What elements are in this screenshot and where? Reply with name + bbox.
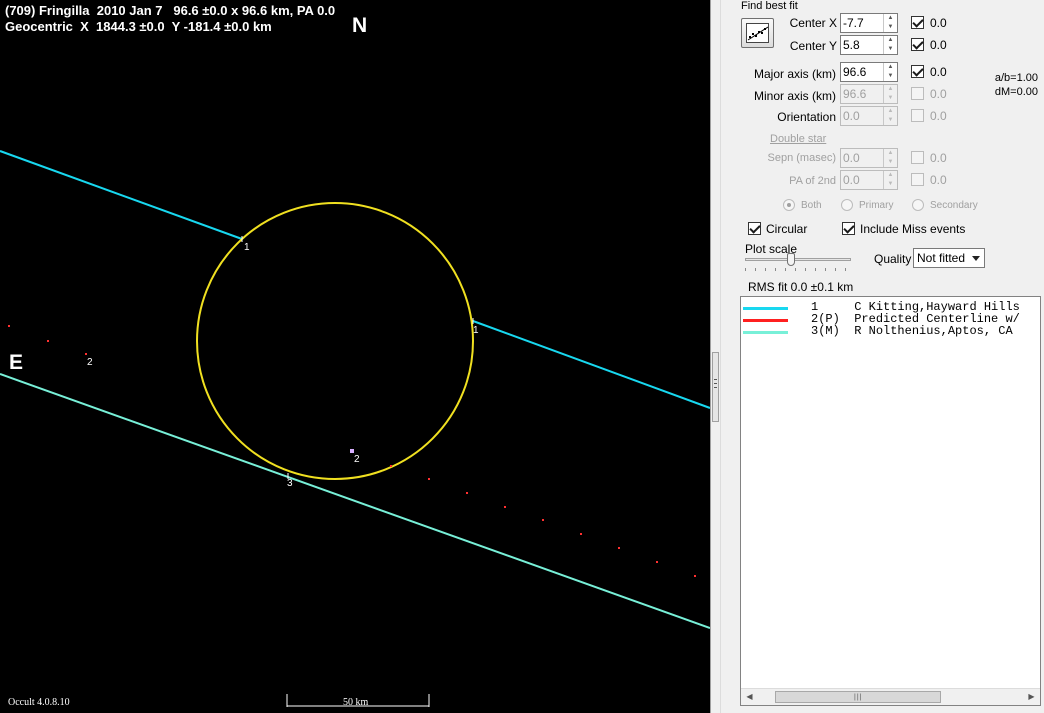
axis-ratio: a/b=1.00 xyxy=(994,72,1038,84)
quality-label: Quality xyxy=(874,252,912,266)
orientation-checkbox[interactable] xyxy=(911,109,924,122)
center-x-label: Center X xyxy=(789,16,837,30)
splitter-grip[interactable] xyxy=(712,352,719,422)
major-axis-label: Major axis (km) xyxy=(753,67,836,81)
version-label: Occult 4.0.8.10 xyxy=(8,697,70,708)
scroll-left-icon[interactable]: ◀ xyxy=(741,689,758,705)
north-label: N xyxy=(352,14,368,37)
minor-axis-checkbox[interactable] xyxy=(911,87,924,100)
pa-2nd-label: PA of 2nd xyxy=(789,175,836,187)
center-x-uncertainty: 0.0 xyxy=(930,16,947,30)
radio-both[interactable] xyxy=(783,199,795,211)
radio-both-label: Both xyxy=(801,200,822,211)
chord-3 xyxy=(0,373,710,629)
double-star-label: Double star xyxy=(770,133,827,145)
circular-checkbox[interactable] xyxy=(748,222,761,235)
rms-fit-label: RMS fit 0.0 ±0.1 km xyxy=(748,280,854,294)
scale-label: 50 km xyxy=(343,697,369,708)
fitted-ellipse xyxy=(196,202,474,480)
chord-label: 2 xyxy=(354,454,360,465)
legend-row[interactable]: 2(P) Predicted Centerline w/ xyxy=(741,312,1020,326)
find-best-fit-button[interactable] xyxy=(741,18,774,48)
legend-hscrollbar[interactable]: ◀ ||| ▶ xyxy=(741,688,1040,705)
minor-axis-input[interactable]: 96.6 ▲ ▼ xyxy=(840,84,898,104)
find-best-fit-label: Find best fit xyxy=(741,0,798,12)
sepn-label: Sepn (masec) xyxy=(767,152,836,164)
pa-2nd-uncertainty: 0.0 xyxy=(930,173,947,187)
fit-panel: Find best fit Center X -7.7 ▲ ▼ 0.0 Cente… xyxy=(721,0,1044,713)
orientation-input[interactable]: 0.0 ▲ ▼ xyxy=(840,106,898,126)
major-axis-checkbox[interactable] xyxy=(911,65,924,78)
major-axis-uncertainty: 0.0 xyxy=(930,65,947,79)
sepn-checkbox[interactable] xyxy=(911,151,924,164)
plot-scale-ticks xyxy=(745,268,855,272)
plot-title: (709) Fringilla 2010 Jan 7 96.6 ±0.0 x 9… xyxy=(5,3,336,18)
pa-2nd-checkbox[interactable] xyxy=(911,173,924,186)
fit-chart-icon xyxy=(746,23,769,43)
center-y-input[interactable]: 5.8 ▲ ▼ xyxy=(840,35,898,55)
radio-primary-label: Primary xyxy=(859,200,894,211)
delta-magnitude: dM=0.00 xyxy=(994,86,1038,98)
center-y-checkbox[interactable] xyxy=(911,38,924,51)
radio-primary[interactable] xyxy=(841,199,853,211)
chord-label: 1 xyxy=(473,325,479,336)
legend-swatch xyxy=(743,307,788,310)
radio-secondary-label: Secondary xyxy=(930,200,978,211)
legend-row[interactable]: 1 C Kitting,Hayward Hills xyxy=(741,300,1020,314)
occultation-plot: 1 1 2 2 3 50 km xyxy=(0,150,710,708)
observer-2-marker xyxy=(350,449,354,453)
major-axis-input[interactable]: 96.6 ▲ ▼ xyxy=(840,62,898,82)
chord-1-left xyxy=(0,150,243,240)
center-x-input[interactable]: -7.7 ▲ ▼ xyxy=(840,13,898,33)
center-y-label: Center Y xyxy=(789,39,837,53)
minor-axis-uncertainty: 0.0 xyxy=(930,87,947,101)
legend-swatch xyxy=(743,331,788,334)
chord-label: 1 xyxy=(244,242,250,253)
chord-1-right xyxy=(472,320,710,409)
plot-area[interactable]: 1 1 2 2 3 50 km (709) Fringilla 2010 Jan… xyxy=(0,0,710,713)
pa-2nd-input[interactable]: 0.0 ▲ ▼ xyxy=(840,170,898,190)
circular-label: Circular xyxy=(766,222,808,236)
sepn-input[interactable]: 0.0 ▲ ▼ xyxy=(840,148,898,168)
quality-select[interactable]: Not fitted xyxy=(913,248,985,268)
scroll-right-icon[interactable]: ▶ xyxy=(1023,689,1040,705)
minor-axis-label: Minor axis (km) xyxy=(753,89,836,103)
observer-legend[interactable]: 1 C Kitting,Hayward Hills 2(P) Predicted… xyxy=(740,296,1041,706)
legend-swatch xyxy=(743,319,788,322)
orientation-label: Orientation xyxy=(777,110,836,124)
radio-secondary[interactable] xyxy=(912,199,924,211)
splitter[interactable] xyxy=(710,0,721,713)
sepn-uncertainty: 0.0 xyxy=(930,151,947,165)
plot-scale-thumb[interactable] xyxy=(787,253,795,266)
scroll-thumb[interactable]: ||| xyxy=(775,691,941,703)
center-y-uncertainty: 0.0 xyxy=(930,38,947,52)
center-x-checkbox[interactable] xyxy=(911,16,924,29)
chord-label: 2 xyxy=(87,357,93,368)
chevron-down-icon xyxy=(972,256,980,261)
chord-label: 3 xyxy=(287,478,293,489)
include-miss-label: Include Miss events xyxy=(860,222,966,236)
orientation-uncertainty: 0.0 xyxy=(930,109,947,123)
plot-scale-track[interactable] xyxy=(745,258,851,261)
legend-row[interactable]: 3(M) R Nolthenius,Aptos, CA xyxy=(741,324,1013,338)
include-miss-checkbox[interactable] xyxy=(842,222,855,235)
plot-subtitle: Geocentric X 1844.3 ±0.0 Y -181.4 ±0.0 k… xyxy=(5,19,272,34)
east-label: E xyxy=(9,351,24,374)
